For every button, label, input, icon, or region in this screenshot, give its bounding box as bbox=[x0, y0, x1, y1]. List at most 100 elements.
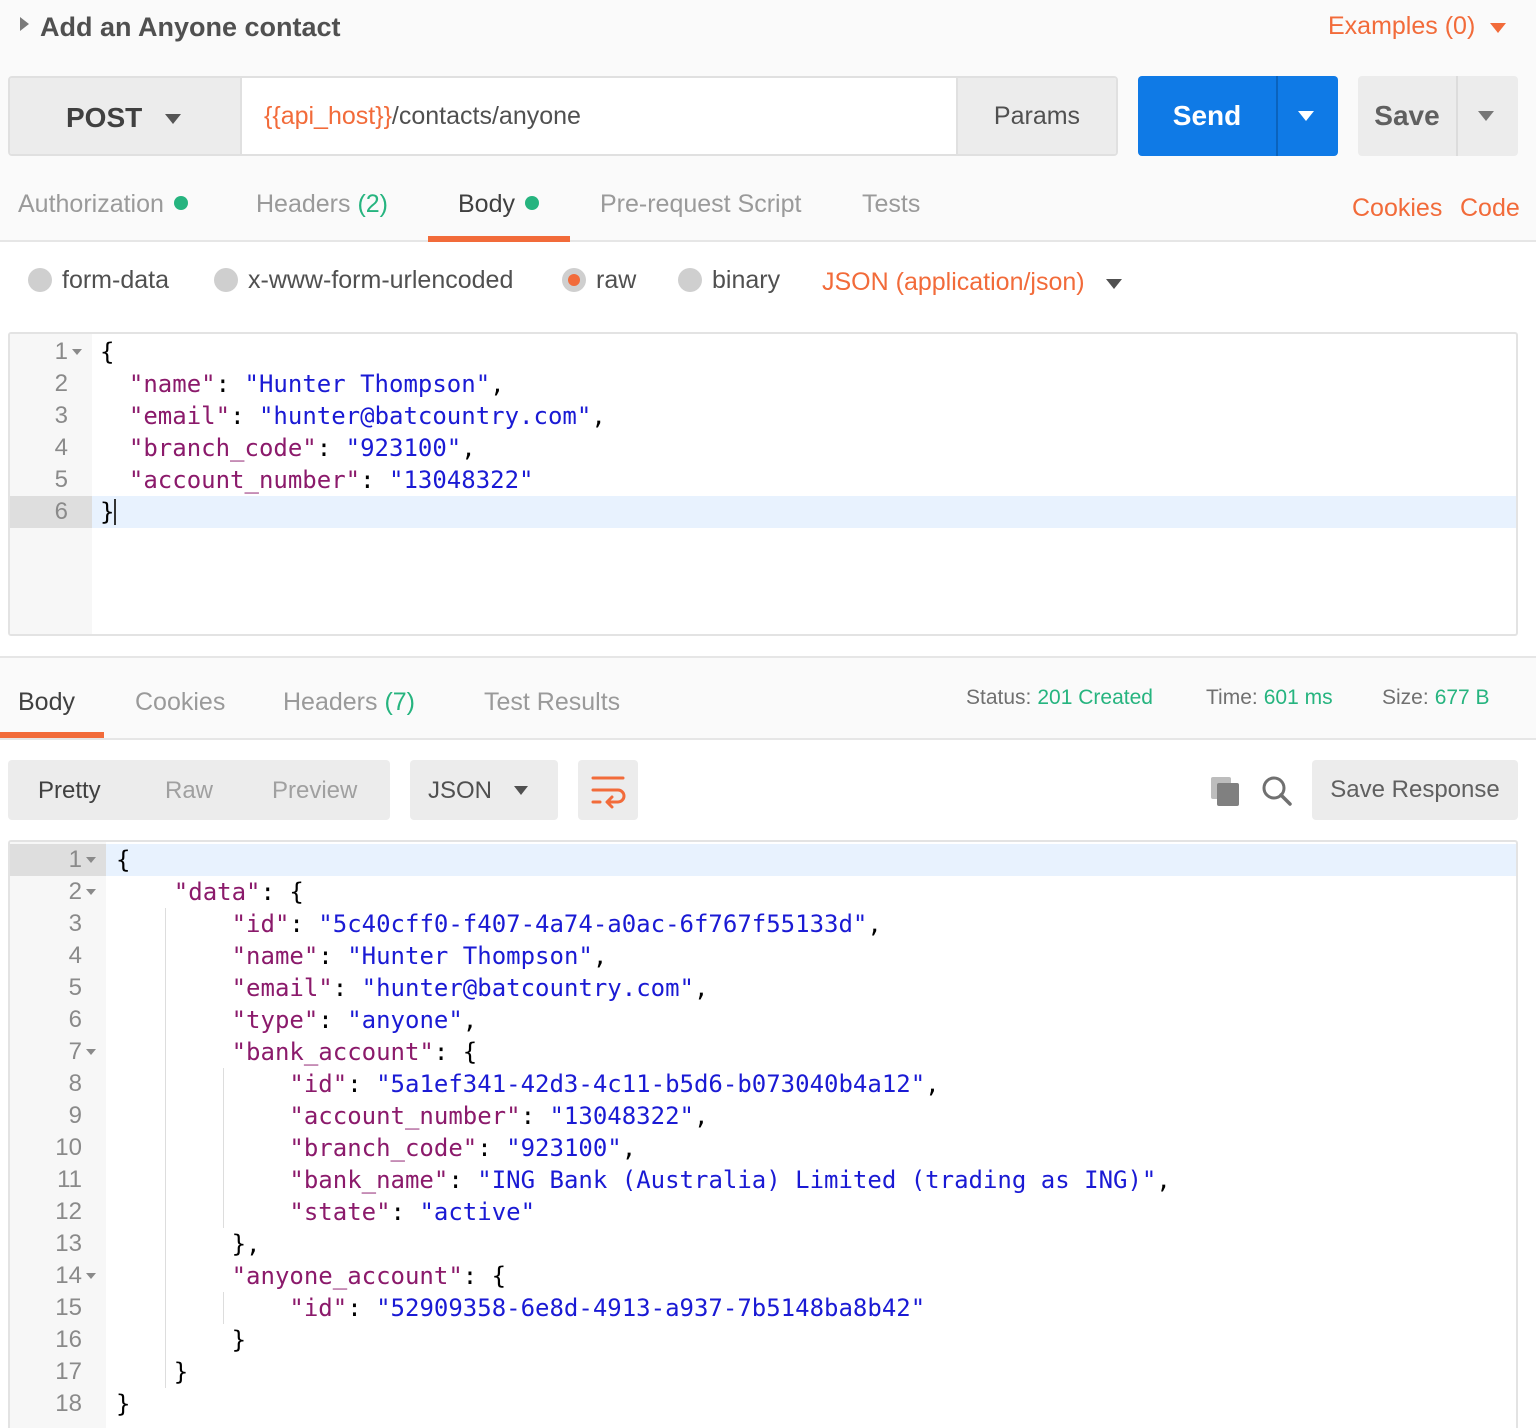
code-line: 15 "id": "52909358-6e8d-4913-a937-7b5148… bbox=[10, 1292, 1516, 1324]
tab-body[interactable]: Body bbox=[458, 190, 539, 219]
code-line: 10 "branch_code": "923100", bbox=[10, 1132, 1516, 1164]
content-type-select[interactable]: JSON (application/json) bbox=[822, 268, 1085, 297]
radio-circle-icon[interactable] bbox=[678, 268, 702, 292]
line-number: 10 bbox=[55, 1134, 82, 1161]
send-button[interactable]: Send bbox=[1138, 76, 1338, 156]
tab-body-label: Body bbox=[458, 190, 515, 218]
tab-tests[interactable]: Tests bbox=[862, 190, 920, 219]
method-select[interactable]: POST bbox=[10, 78, 242, 154]
view-preview-button[interactable]: Preview bbox=[272, 777, 357, 805]
code-text: "id": "5a1ef341-42d3-4c11-b5d6-b073040b4… bbox=[289, 1070, 940, 1098]
fold-toggle-icon[interactable] bbox=[86, 1273, 96, 1279]
url-variable: {{api_host}} bbox=[264, 102, 392, 130]
response-body-viewer[interactable]: 1{2 "data": {3 "id": "5c40cff0-f407-4a74… bbox=[8, 840, 1518, 1428]
tab-test-results[interactable]: Test Results bbox=[484, 688, 620, 717]
save-options-chevron-icon[interactable] bbox=[1478, 111, 1494, 121]
request-title[interactable]: Add an Anyone contact bbox=[40, 12, 341, 43]
tab-authorization[interactable]: Authorization bbox=[18, 190, 188, 219]
format-select[interactable]: JSON bbox=[410, 760, 558, 820]
code-line: 1{ bbox=[10, 844, 1516, 876]
examples-dropdown[interactable]: Examples (0) bbox=[1328, 12, 1475, 41]
indent-guide bbox=[222, 1068, 224, 1228]
collapse-caret-icon[interactable] bbox=[20, 17, 29, 31]
status-label: Status: bbox=[966, 686, 1032, 709]
code-text: } bbox=[116, 1358, 189, 1386]
status-dot-icon bbox=[524, 196, 539, 210]
code-line: 5 "account_number": "13048322" bbox=[10, 464, 1516, 496]
line-number: 13 bbox=[55, 1230, 82, 1257]
line-number: 18 bbox=[55, 1390, 82, 1417]
radio-x-www-form-urlencoded[interactable]: x-www-form-urlencoded bbox=[214, 266, 513, 295]
code-line: 3 "id": "5c40cff0-f407-4a74-a0ac-6f767f5… bbox=[10, 908, 1516, 940]
indent-guide bbox=[164, 908, 166, 1388]
radio-circle-icon[interactable] bbox=[28, 268, 52, 292]
code-text: "account_number": "13048322" bbox=[128, 466, 534, 494]
chevron-down-icon[interactable] bbox=[1490, 23, 1506, 33]
radio-selected-icon[interactable] bbox=[562, 268, 586, 292]
radio-label: raw bbox=[596, 266, 637, 294]
json-string: "active" bbox=[419, 1198, 536, 1226]
status-value: 201 Created bbox=[1037, 686, 1153, 709]
code-line: 17 } bbox=[10, 1356, 1516, 1388]
code-line: 14 "anyone_account": { bbox=[10, 1260, 1516, 1292]
view-raw-button[interactable]: Raw bbox=[165, 777, 213, 805]
copy-icon[interactable] bbox=[1208, 774, 1242, 808]
time-label: Time: bbox=[1206, 686, 1258, 709]
radio-raw[interactable]: raw bbox=[562, 266, 636, 295]
line-number: 7 bbox=[68, 1038, 82, 1065]
code-link[interactable]: Code bbox=[1460, 194, 1520, 223]
wrap-lines-icon bbox=[591, 776, 626, 809]
code-line: 2 "data": { bbox=[10, 876, 1516, 908]
view-mode-group: Pretty Raw Preview bbox=[8, 760, 390, 820]
json-string: "hunter@batcountry.com" bbox=[361, 974, 694, 1002]
radio-binary[interactable]: binary bbox=[678, 266, 780, 295]
save-label[interactable]: Save bbox=[1358, 76, 1456, 156]
tab-response-headers-count: (7) bbox=[384, 688, 416, 716]
save-button[interactable]: Save bbox=[1358, 76, 1518, 156]
fold-toggle-icon[interactable] bbox=[72, 349, 82, 355]
response-code-lines: 1{2 "data": {3 "id": "5c40cff0-f407-4a74… bbox=[10, 844, 1516, 1420]
tab-pre-request-script[interactable]: Pre-request Script bbox=[600, 190, 801, 219]
json-key: "bank_name" bbox=[289, 1166, 449, 1194]
tab-headers[interactable]: Headers (2) bbox=[256, 190, 388, 219]
code-line: 11 "bank_name": "ING Bank (Australia) Li… bbox=[10, 1164, 1516, 1196]
json-key: "email" bbox=[128, 402, 231, 430]
fold-toggle-icon[interactable] bbox=[86, 1049, 96, 1055]
line-number: 9 bbox=[68, 1102, 82, 1129]
send-options-chevron-icon[interactable] bbox=[1298, 111, 1314, 121]
url-input[interactable]: {{api_host}}/contacts/anyone bbox=[244, 78, 956, 154]
radio-circle-icon[interactable] bbox=[214, 268, 238, 292]
tab-response-headers[interactable]: Headers (7) bbox=[283, 688, 415, 717]
wrap-lines-button[interactable] bbox=[578, 760, 638, 820]
code-text: { bbox=[100, 338, 115, 366]
line-number: 6 bbox=[54, 498, 68, 525]
radio-label: binary bbox=[712, 266, 781, 294]
line-number: 3 bbox=[68, 910, 82, 937]
params-button[interactable]: Params bbox=[956, 78, 1116, 154]
search-icon[interactable] bbox=[1260, 774, 1294, 808]
json-key: "bank_account" bbox=[231, 1038, 434, 1066]
tab-response-cookies[interactable]: Cookies bbox=[135, 688, 225, 717]
code-text: "state": "active" bbox=[289, 1198, 536, 1226]
radio-form-data[interactable]: form-data bbox=[28, 266, 169, 295]
json-key: "email" bbox=[231, 974, 333, 1002]
json-string: "hunter@batcountry.com" bbox=[258, 402, 592, 430]
code-line: 13 }, bbox=[10, 1228, 1516, 1260]
save-response-button[interactable]: Save Response bbox=[1312, 760, 1518, 820]
cookies-link[interactable]: Cookies bbox=[1352, 194, 1442, 223]
chevron-down-icon[interactable] bbox=[1106, 279, 1122, 289]
code-text: "email": "hunter@batcountry.com", bbox=[128, 402, 606, 430]
chevron-down-icon bbox=[514, 786, 528, 795]
size-value: 677 B bbox=[1434, 686, 1490, 709]
tab-response-body[interactable]: Body bbox=[18, 688, 75, 717]
view-pretty-button[interactable]: Pretty bbox=[38, 777, 101, 805]
code-line: 8 "id": "5a1ef341-42d3-4c11-b5d6-b073040… bbox=[10, 1068, 1516, 1100]
request-body-editor[interactable]: 1{2 "name": "Hunter Thompson", 3 "email":… bbox=[8, 332, 1518, 636]
json-key: "branch_code" bbox=[128, 434, 317, 462]
line-number: 2 bbox=[68, 878, 82, 905]
fold-toggle-icon[interactable] bbox=[86, 857, 96, 863]
text-cursor bbox=[114, 499, 117, 525]
send-label[interactable]: Send bbox=[1138, 76, 1276, 156]
code-line: 6 "type": "anyone", bbox=[10, 1004, 1516, 1036]
fold-toggle-icon[interactable] bbox=[86, 889, 96, 895]
